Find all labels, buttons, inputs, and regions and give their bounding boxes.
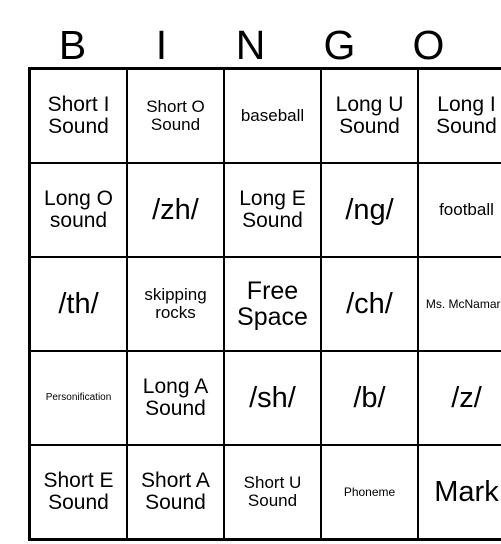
- bingo-cell-label: Long E Sound: [239, 187, 306, 232]
- bingo-header-letter: O: [412, 22, 445, 68]
- bingo-cell-label: Long U Sound: [335, 93, 404, 138]
- bingo-cell[interactable]: Ms. McNamara: [417, 256, 501, 352]
- bingo-cell[interactable]: Long E Sound: [223, 162, 322, 258]
- bingo-row: Long O sound/zh/Long E Sound/ng/football: [28, 162, 501, 258]
- bingo-grid: Short I Sound Short O Sound baseball Long U…: [28, 67, 501, 541]
- bingo-cell[interactable]: Short E Sound: [28, 444, 128, 541]
- bingo-cell-label: Personification: [45, 391, 112, 403]
- bingo-cell-label: /ch/: [346, 287, 393, 320]
- bingo-card: B I N G O Short I Sound Short O Sound baseball…: [28, 10, 501, 541]
- bingo-cell-label: Phoneme: [343, 484, 396, 499]
- bingo-row: Short E Sound Short A Sound Short U Sound P…: [28, 444, 501, 541]
- bingo-cell-label: football: [439, 200, 494, 220]
- bingo-cell[interactable]: football: [417, 162, 501, 258]
- bingo-cell-label: Short A Sound: [141, 469, 210, 514]
- bingo-cell-label: Short U Sound: [243, 473, 302, 510]
- bingo-cell[interactable]: Phoneme: [320, 444, 419, 541]
- bingo-cell[interactable]: skipping rocks: [126, 256, 225, 352]
- bingo-cell-label: Free Space: [237, 277, 308, 331]
- bingo-cell-label: /z/: [451, 381, 482, 414]
- bingo-cell[interactable]: /sh/: [223, 350, 322, 446]
- bingo-cell[interactable]: Short I Sound: [28, 67, 128, 164]
- bingo-cell-label: Long O sound: [44, 187, 113, 232]
- bingo-cell[interactable]: Free Space: [223, 256, 322, 352]
- bingo-cell-label: Ms. McNamara: [425, 296, 501, 311]
- bingo-cell[interactable]: /z/: [417, 350, 501, 446]
- bingo-cell[interactable]: /th/: [28, 256, 128, 352]
- bingo-header-letter: N: [235, 22, 266, 68]
- bingo-header: BINGO: [28, 10, 473, 67]
- bingo-row: Short I Sound Short O Sound baseball Long U…: [28, 67, 501, 164]
- bingo-cell-label: Short I Sound: [47, 93, 110, 138]
- bingo-cell[interactable]: /b/: [320, 350, 419, 446]
- bingo-cell[interactable]: Short A Sound: [126, 444, 225, 541]
- bingo-cell-label: Mark: [434, 475, 499, 508]
- bingo-cell-label: skipping rocks: [144, 285, 207, 322]
- bingo-cell[interactable]: Long A Sound: [126, 350, 225, 446]
- bingo-row: Personification Long A Sound/sh/ /b/ /z/: [28, 350, 501, 446]
- bingo-cell-label: /sh/: [249, 381, 296, 414]
- bingo-cell[interactable]: /zh/: [126, 162, 225, 258]
- bingo-cell[interactable]: /ch/: [320, 256, 419, 352]
- bingo-grid-body: Short I Sound Short O Sound baseball Long U…: [28, 67, 501, 541]
- bingo-cell[interactable]: Short U Sound: [223, 444, 322, 541]
- bingo-cell[interactable]: Long I Sound: [417, 67, 501, 164]
- bingo-cell-label: Long A Sound: [142, 375, 209, 420]
- bingo-cell[interactable]: /ng/: [320, 162, 419, 258]
- bingo-cell[interactable]: Personification: [28, 350, 128, 446]
- bingo-cell-label: Long I Sound: [436, 93, 497, 138]
- bingo-cell[interactable]: Long O sound: [28, 162, 128, 258]
- bingo-cell-label: Short O Sound: [146, 97, 205, 134]
- bingo-row: /th/skipping rocks Free Space/ch/Ms. McNa…: [28, 256, 501, 352]
- bingo-cell-label: /th/: [58, 287, 99, 320]
- bingo-cell-label: /zh/: [152, 193, 199, 226]
- bingo-cell[interactable]: Long U Sound: [320, 67, 419, 164]
- bingo-cell[interactable]: Short O Sound: [126, 67, 225, 164]
- bingo-cell-label: Short E Sound: [43, 469, 114, 514]
- bingo-cell[interactable]: baseball: [223, 67, 322, 164]
- bingo-cell-label: /b/: [353, 381, 386, 414]
- bingo-header-letter: G: [323, 22, 356, 68]
- bingo-cell[interactable]: Mark: [417, 444, 501, 541]
- bingo-cell-label: /ng/: [345, 193, 394, 226]
- bingo-header-letter: I: [155, 22, 168, 68]
- bingo-header-letter: B: [58, 22, 87, 68]
- bingo-cell-label: baseball: [240, 106, 305, 126]
